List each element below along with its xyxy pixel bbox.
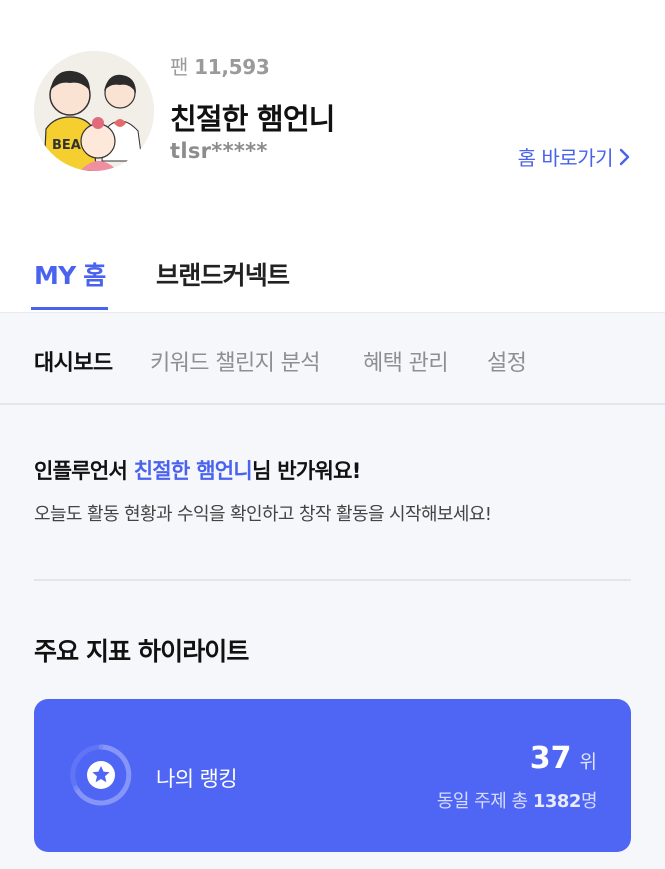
profile-avatar[interactable]: BEA [34, 51, 154, 171]
svg-text:BEA: BEA [52, 138, 81, 153]
welcome-subtitle: 오늘도 활동 현황과 수익을 확인하고 창작 활동을 시작해보세요! [34, 504, 492, 525]
subnav-dashboard[interactable]: 대시보드 [34, 345, 113, 377]
welcome-name: 친절한 햄언니 [133, 459, 253, 483]
ranking-total-unit: 명 [580, 791, 598, 812]
profile-header: BEA 팬 11,593 친절한 햄언니 tlsr***** 홈 바로가기 MY … [0, 0, 665, 312]
subnav-benefits[interactable]: 혜택 관리 [363, 345, 449, 377]
subnav-keyword-challenge[interactable]: 키워드 챌린지 분석 [150, 345, 321, 377]
welcome-suffix: 님 반가워요! [252, 459, 361, 483]
fan-count: 팬 11,593 [170, 51, 270, 80]
sub-navigation: 대시보드 키워드 챌린지 분석 혜택 관리 설정 [0, 312, 665, 405]
home-shortcut-link[interactable]: 홈 바로가기 [518, 142, 631, 171]
tab-brand-connect[interactable]: 브랜드커넥트 [156, 256, 290, 292]
highlights-title: 주요 지표 하이라이트 [34, 637, 249, 666]
fan-count-label: 팬 [170, 55, 189, 79]
ranking-label: 나의 랭킹 [156, 767, 238, 791]
ranking-total: 동일 주제 총 1382명 [436, 787, 598, 813]
main-tabs: MY 홈 브랜드커넥트 [0, 248, 665, 312]
ranking-value: 37 위 [530, 741, 597, 776]
section-divider [34, 579, 631, 581]
ranking-total-count: 1382 [532, 791, 582, 812]
ranking-unit: 위 [579, 751, 597, 773]
ranking-number: 37 [529, 741, 572, 776]
profile-id: tlsr***** [170, 139, 268, 163]
welcome-prefix: 인플루언서 [34, 459, 134, 483]
ranking-total-prefix: 동일 주제 총 [436, 791, 528, 812]
active-tab-indicator [31, 307, 108, 310]
fan-count-value: 11,593 [194, 55, 270, 79]
avatar-illustration: BEA [34, 51, 154, 171]
ranking-card[interactable]: 나의 랭킹 37 위 동일 주제 총 1382명 [34, 699, 631, 852]
home-shortcut-label: 홈 바로가기 [517, 146, 614, 170]
subnav-settings[interactable]: 설정 [487, 345, 527, 377]
profile-name: 친절한 햄언니 [170, 102, 335, 136]
star-badge-icon [70, 744, 132, 806]
welcome-heading: 인플루언서 친절한 햄언니님 반가워요! [34, 455, 361, 485]
chevron-right-icon [619, 148, 630, 165]
tab-my-home[interactable]: MY 홈 [34, 256, 106, 292]
